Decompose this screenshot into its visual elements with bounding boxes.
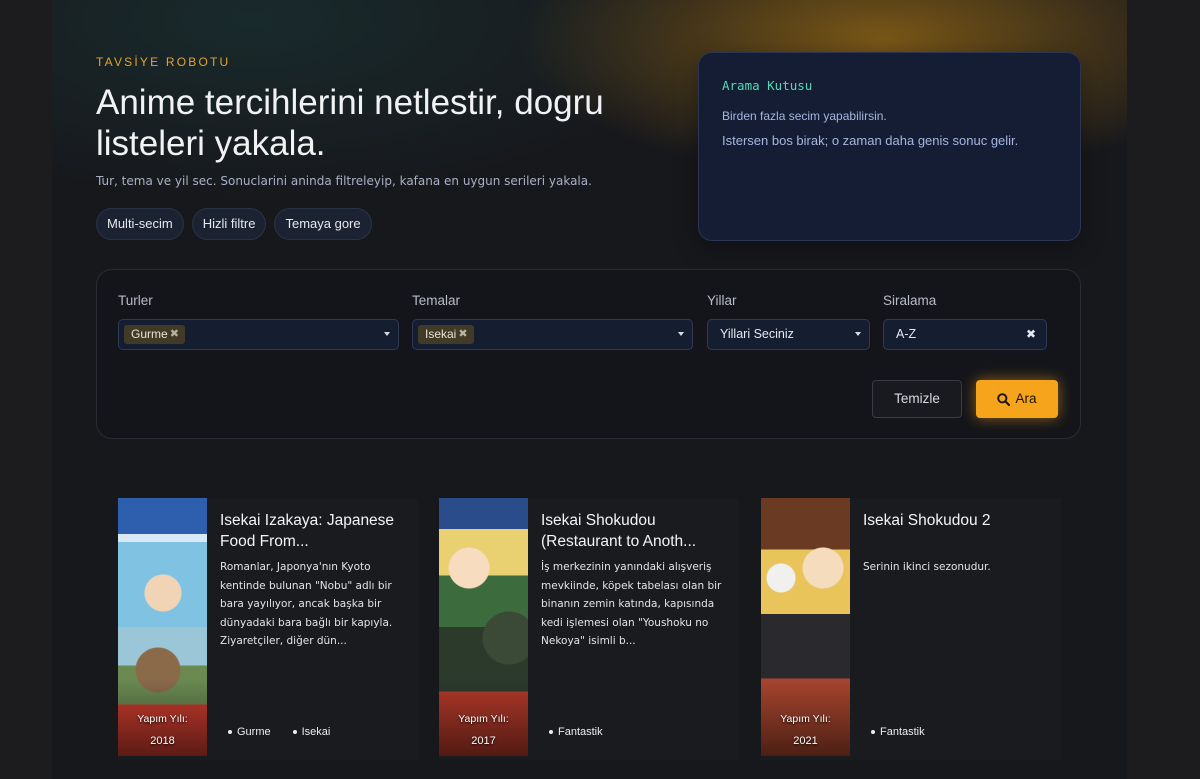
sort-select[interactable]: A-Z ✖: [883, 319, 1047, 350]
search-button[interactable]: Ara: [976, 380, 1058, 418]
search-info-line-2: Istersen bos birak; o zaman daha genis s…: [722, 133, 1019, 148]
bullet-icon: [228, 730, 232, 734]
card-tag: Fantastik: [871, 726, 925, 738]
poster-image[interactable]: Yapım Yılı: 2021: [761, 498, 850, 756]
year-value: 2021: [793, 735, 818, 747]
clear-icon[interactable]: ✖: [1026, 327, 1036, 341]
chip-by-theme: Temaya gore: [274, 208, 372, 240]
year-label: Yapım Yılı:: [780, 713, 831, 725]
years-label: Yillar: [707, 293, 737, 308]
year-value: 2017: [471, 735, 496, 747]
chip-quick-filter: Hizli filtre: [191, 208, 267, 240]
genre-tag-label: Gurme: [131, 327, 168, 341]
page-subtitle: Tur, tema ve yil sec. Sonuclarini aninda…: [96, 174, 592, 188]
page-title: Anime tercihlerini netlestir, dogru list…: [96, 83, 604, 163]
page: TAVSİYE ROBOTU Anime tercihlerini netles…: [52, 0, 1127, 779]
card-tag: Fantastik: [549, 726, 603, 738]
poster-image[interactable]: Yapım Yılı: 2017: [439, 498, 528, 756]
genre-tag[interactable]: Gurme ✖: [124, 325, 185, 344]
poster-image[interactable]: Yapım Yılı: 2018: [118, 498, 207, 756]
card-tag-label: Fantastik: [558, 726, 603, 738]
card-tag-label: Isekai: [301, 726, 331, 738]
chevron-down-icon[interactable]: [678, 332, 684, 336]
search-button-label: Ara: [1015, 391, 1037, 406]
chevron-down-icon[interactable]: [384, 332, 390, 336]
search-info-panel: Arama Kutusu Birden fazla secim yapabili…: [698, 52, 1081, 241]
themes-select[interactable]: Isekai ✖: [412, 319, 693, 350]
years-placeholder: Yillari Seciniz: [720, 327, 794, 341]
card-description: Romanlar, Japonya'nın Kyoto kentinde bul…: [220, 561, 393, 648]
card-title[interactable]: Isekai Shokudou (Restaurant to Anoth...: [541, 510, 721, 552]
card-tags: Fantastik: [549, 726, 603, 738]
search-info-line-1: Birden fazla secim yapabilirsin.: [722, 109, 887, 123]
feature-chips: Multi-secim Hizli filtre Temaya gore: [96, 208, 372, 240]
card-tag-label: Gurme: [237, 726, 271, 738]
card-tag: Gurme: [228, 726, 271, 738]
year-value: 2018: [150, 735, 175, 747]
theme-tag-label: Isekai: [425, 327, 457, 341]
card-description: İş merkezinin yanındaki alışveriş mevkii…: [541, 561, 722, 648]
card-title[interactable]: Isekai Shokudou 2: [863, 510, 1043, 531]
result-card[interactable]: Yapım Yılı: 2021 Isekai Shokudou 2 Serin…: [761, 498, 1061, 760]
sort-value: A-Z: [896, 327, 917, 341]
genres-label: Turler: [118, 293, 153, 308]
bullet-icon: [871, 730, 875, 734]
eyebrow: TAVSİYE ROBOTU: [96, 55, 231, 69]
chip-multi-select: Multi-secim: [96, 208, 184, 240]
theme-tag[interactable]: Isekai ✖: [418, 325, 474, 344]
card-tags: Fantastik: [871, 726, 925, 738]
year-label: Yapım Yılı:: [137, 713, 188, 725]
remove-tag-icon[interactable]: ✖: [170, 325, 179, 344]
search-info-title: Arama Kutusu: [722, 78, 813, 93]
year-label: Yapım Yılı:: [458, 713, 509, 725]
card-title[interactable]: Isekai Izakaya: Japanese Food From...: [220, 510, 400, 552]
card-description: Serinin ikinci sezonudur.: [863, 561, 991, 573]
card-tag-label: Fantastik: [880, 726, 925, 738]
clear-button[interactable]: Temizle: [872, 380, 962, 418]
card-tags: Gurme Isekai: [228, 726, 330, 738]
themes-label: Temalar: [412, 293, 461, 308]
years-select[interactable]: Yillari Seciniz: [707, 319, 870, 350]
result-card[interactable]: Yapım Yılı: 2017 Isekai Shokudou (Restau…: [439, 498, 739, 760]
sort-label: Siralama: [883, 293, 937, 308]
bullet-icon: [549, 730, 553, 734]
search-icon: [997, 392, 1011, 406]
result-card[interactable]: Yapım Yılı: 2018 Isekai Izakaya: Japanes…: [118, 498, 418, 760]
remove-tag-icon[interactable]: ✖: [458, 325, 467, 344]
chevron-down-icon[interactable]: [855, 332, 861, 336]
card-tag: Isekai: [292, 726, 331, 738]
bullet-icon: [292, 730, 297, 734]
filter-panel: Turler Gurme ✖ Temalar Isekai ✖ Yillar Y…: [96, 269, 1081, 439]
genres-select[interactable]: Gurme ✖: [118, 319, 399, 350]
